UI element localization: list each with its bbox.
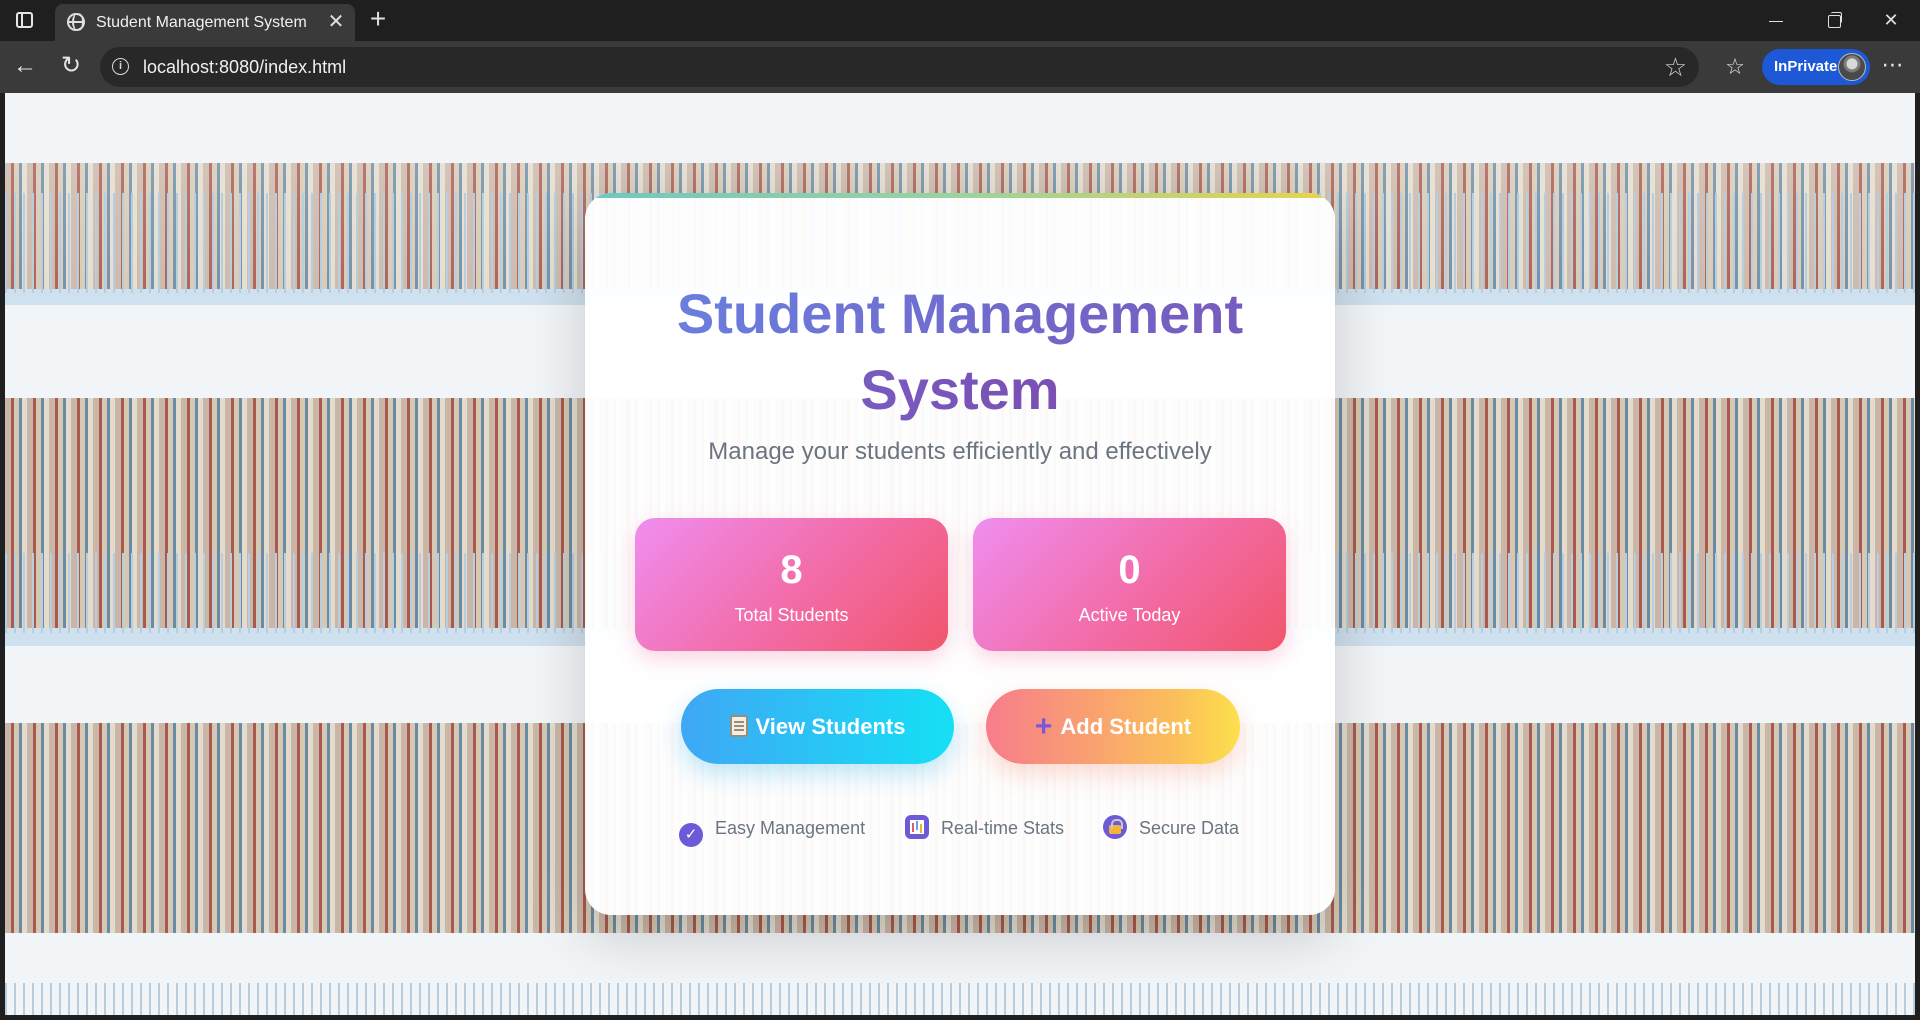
more-menu-icon[interactable]: ⋯ <box>1876 50 1910 84</box>
add-student-button[interactable]: + Add Student <box>986 689 1240 764</box>
tab-actions-icon[interactable] <box>12 9 38 33</box>
stat-label: Total Students <box>734 605 849 625</box>
clipboard-icon <box>729 715 748 737</box>
check-icon: ✓ <box>679 823 703 847</box>
stat-value: 8 <box>780 548 803 592</box>
stat-card-active-today: 0 Active Today <box>973 518 1286 651</box>
maximize-button[interactable] <box>1805 0 1863 41</box>
feature-real-time-stats: Real-time Stats <box>905 814 1064 842</box>
url-text[interactable]: localhost:8080/index.html <box>143 57 346 78</box>
close-window-button[interactable]: ✕ <box>1862 0 1920 41</box>
favorites-icon[interactable]: ☆ <box>1718 50 1752 84</box>
feature-label: Easy Management <box>715 818 866 838</box>
background-ceiling <box>5 93 1915 163</box>
minimize-button[interactable] <box>1747 0 1805 41</box>
globe-icon <box>67 13 85 31</box>
view-students-label: View Students <box>755 714 906 739</box>
feature-secure-data: Secure Data <box>1103 814 1239 842</box>
add-student-label: Add Student <box>1060 714 1192 739</box>
browser-tab[interactable]: Student Management System ✕ <box>55 4 355 41</box>
feature-label: Secure Data <box>1139 818 1240 838</box>
avatar <box>1838 53 1866 81</box>
address-bar[interactable]: i localhost:8080/index.html ☆ <box>100 47 1699 87</box>
new-tab-button[interactable]: + <box>364 5 392 34</box>
lock-icon <box>1103 815 1127 839</box>
main-card: Student Management System Manage your st… <box>585 193 1335 915</box>
back-button[interactable]: ← <box>8 50 42 84</box>
feature-label: Real-time Stats <box>941 818 1065 838</box>
tab-title: Student Management System <box>96 14 307 31</box>
stat-value: 0 <box>1118 548 1141 592</box>
info-icon[interactable]: i <box>112 58 129 75</box>
page-subtitle: Manage your students efficiently and eff… <box>708 438 1212 465</box>
chart-icon <box>905 815 929 839</box>
background-railing <box>5 983 1915 1015</box>
favorite-star-icon[interactable]: ☆ <box>1664 51 1687 83</box>
inprivate-label: InPrivate <box>1774 58 1838 75</box>
reload-button[interactable]: ↻ <box>54 50 88 84</box>
inprivate-button[interactable]: InPrivate <box>1762 49 1870 85</box>
stat-label: Active Today <box>1078 605 1181 625</box>
tab-bar: Student Management System ✕ + ✕ <box>0 0 1920 41</box>
feature-easy-management: ✓ Easy Management <box>679 814 866 847</box>
browser-toolbar: ← ↻ i localhost:8080/index.html ☆ ☆ InPr… <box>0 41 1920 93</box>
stat-card-total-students: 8 Total Students <box>635 518 948 651</box>
card-accent-bar <box>585 193 1335 198</box>
tab-close-icon[interactable]: ✕ <box>325 11 347 33</box>
page-title: Student Management System <box>676 282 1244 421</box>
view-students-button[interactable]: View Students <box>681 689 954 764</box>
plus-icon: + <box>1034 710 1053 743</box>
